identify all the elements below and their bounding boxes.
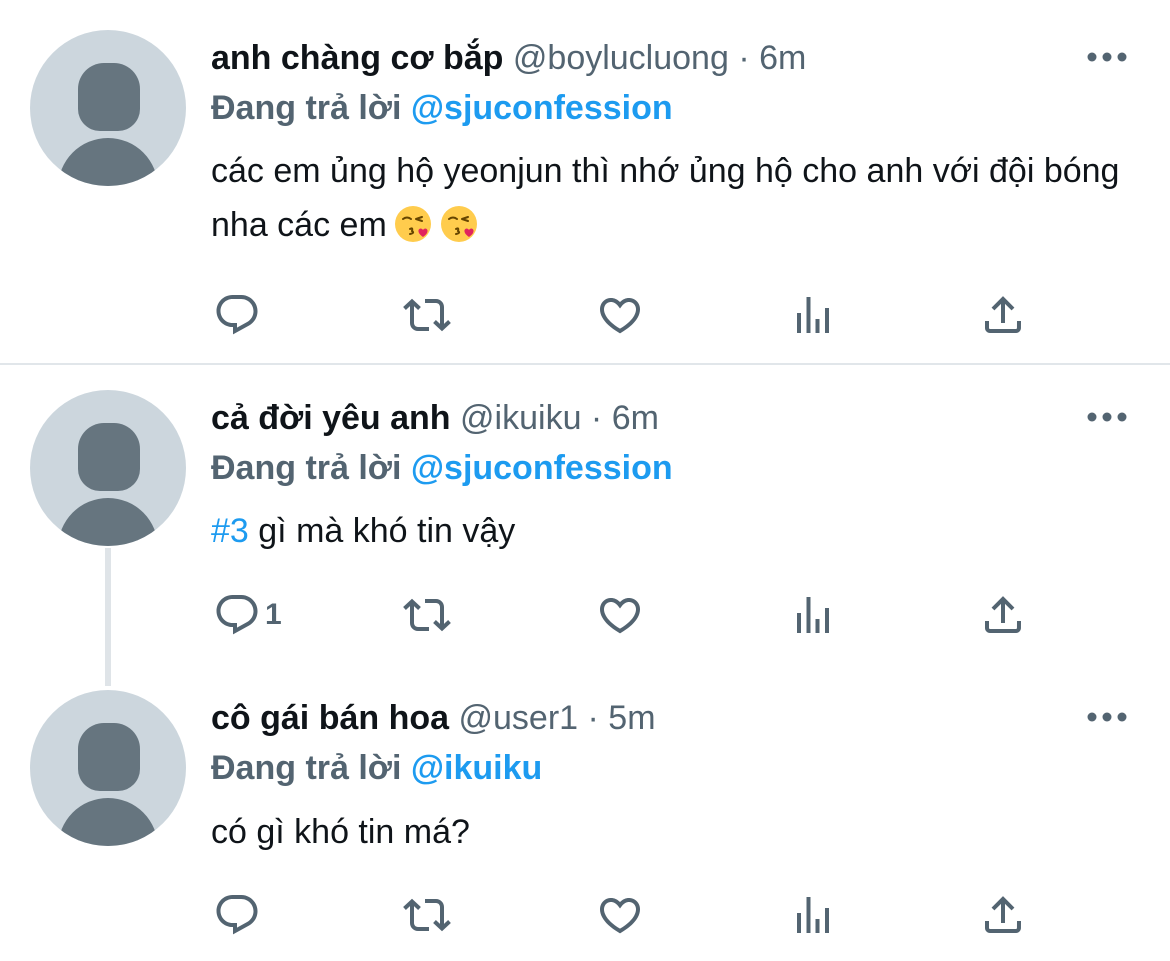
retweet-icon: [403, 291, 451, 339]
user-handle[interactable]: @user1: [459, 699, 579, 737]
retweet-icon: [403, 591, 451, 639]
heart-icon: [596, 891, 644, 939]
mention-link[interactable]: @ikuiku: [411, 749, 542, 787]
avatar-body-shape: [58, 798, 158, 846]
tweet-text-content: các em ủng hộ yeonjun thì nhớ ủng hộ cho…: [211, 152, 1120, 244]
like-button[interactable]: [596, 590, 644, 640]
heart-icon: [596, 291, 644, 339]
share-icon: [979, 891, 1027, 939]
tweet-header: cả đời yêu anh @ikuiku · 6m: [211, 398, 659, 438]
avatar-head-shape: [78, 423, 140, 491]
more-icon[interactable]: [1086, 410, 1128, 424]
views-button[interactable]: [789, 590, 837, 640]
timestamp[interactable]: 5m: [608, 699, 655, 737]
avatar[interactable]: [30, 690, 186, 846]
avatar-body-shape: [58, 498, 158, 546]
reply-icon: [213, 291, 261, 339]
views-icon: [789, 891, 837, 939]
like-button[interactable]: [596, 290, 644, 340]
separator: ·: [581, 399, 612, 437]
user-handle[interactable]: @boylucluong: [513, 39, 729, 77]
more-icon[interactable]: [1086, 710, 1128, 724]
tweet[interactable]: cô gái bán hoa @user1 · 5m Đang trả lời …: [0, 685, 1170, 961]
share-icon: [979, 591, 1027, 639]
tweet-text: có gì khó tin má?: [211, 805, 1141, 859]
tweet-text-content: gì mà khó tin vậy: [248, 512, 516, 550]
display-name[interactable]: anh chàng cơ bắp: [211, 39, 503, 77]
tweet-text: #3 gì mà khó tin vậy: [211, 504, 1141, 558]
tweet-actions: [0, 890, 1170, 940]
tweet[interactable]: cả đời yêu anh @ikuiku · 6m Đang trả lời…: [0, 365, 1170, 685]
views-icon: [789, 291, 837, 339]
timestamp[interactable]: 6m: [612, 399, 659, 437]
share-button[interactable]: [979, 590, 1027, 640]
share-button[interactable]: [979, 290, 1027, 340]
tweet-text: các em ủng hộ yeonjun thì nhớ ủng hộ cho…: [211, 144, 1141, 252]
reply-icon: [213, 591, 261, 639]
thread-connector-line: [105, 548, 111, 686]
replying-to-label: Đang trả lời: [211, 449, 411, 487]
tweet-actions: 1: [0, 590, 1170, 640]
reply-button[interactable]: [213, 890, 265, 940]
replying-to-label: Đang trả lời: [211, 89, 411, 127]
reply-button[interactable]: [213, 290, 265, 340]
share-icon: [979, 291, 1027, 339]
separator: ·: [578, 699, 609, 737]
heart-icon: [596, 591, 644, 639]
retweet-button[interactable]: [403, 590, 451, 640]
views-button[interactable]: [789, 290, 837, 340]
avatar-head-shape: [78, 723, 140, 791]
display-name[interactable]: cô gái bán hoa: [211, 699, 449, 737]
display-name[interactable]: cả đời yêu anh: [211, 399, 451, 437]
reply-icon: [213, 891, 261, 939]
tweet-header: cô gái bán hoa @user1 · 5m: [211, 698, 656, 738]
share-button[interactable]: [979, 890, 1027, 940]
reply-count: 1: [265, 598, 282, 631]
separator: ·: [728, 39, 760, 77]
replying-to-label: Đang trả lời: [211, 749, 411, 787]
mention-link[interactable]: @sjuconfession: [411, 89, 673, 127]
retweet-button[interactable]: [403, 890, 451, 940]
tweet[interactable]: anh chàng cơ bắp @boylucluong · 6m Đang …: [0, 0, 1170, 363]
like-button[interactable]: [596, 890, 644, 940]
retweet-button[interactable]: [403, 290, 451, 340]
kissing-face-emoji: [439, 204, 479, 244]
kissing-face-emoji: [393, 204, 433, 244]
avatar-body-shape: [58, 138, 158, 186]
tweet-text-content: có gì khó tin má?: [211, 813, 470, 851]
user-handle[interactable]: @ikuiku: [460, 399, 581, 437]
retweet-icon: [403, 891, 451, 939]
reply-button[interactable]: 1: [213, 590, 282, 640]
mention-link[interactable]: @sjuconfession: [411, 449, 673, 487]
avatar[interactable]: [30, 390, 186, 546]
replying-to: Đang trả lời @sjuconfession: [211, 448, 673, 488]
timestamp[interactable]: 6m: [759, 39, 806, 77]
more-icon[interactable]: [1086, 50, 1128, 64]
avatar-head-shape: [78, 63, 140, 131]
views-icon: [789, 591, 837, 639]
replying-to: Đang trả lời @ikuiku: [211, 748, 542, 788]
views-button[interactable]: [789, 890, 837, 940]
replying-to: Đang trả lời @sjuconfession: [211, 88, 673, 128]
hashtag-link[interactable]: #3: [211, 512, 249, 550]
tweet-actions: [0, 290, 1170, 340]
tweet-header: anh chàng cơ bắp @boylucluong · 6m: [211, 38, 806, 78]
avatar[interactable]: [30, 30, 186, 186]
